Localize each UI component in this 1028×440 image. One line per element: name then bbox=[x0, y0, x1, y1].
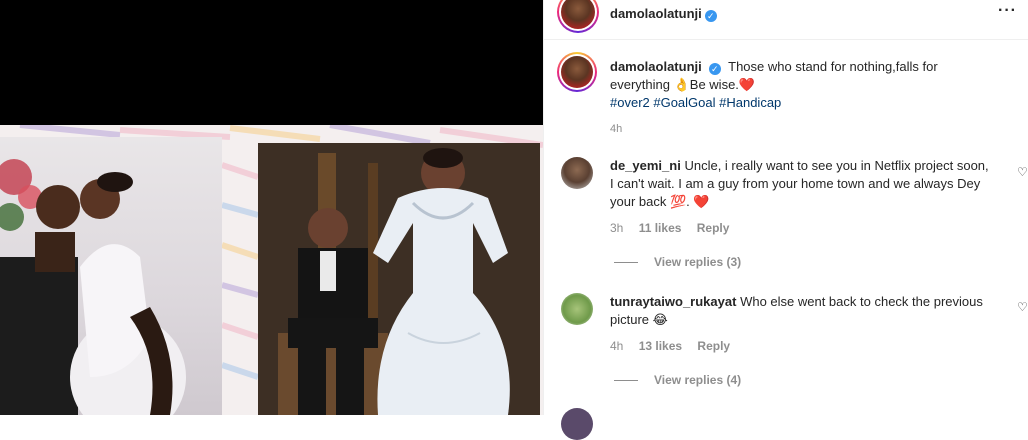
comment-username[interactable]: tunraytaiwo_rukayat bbox=[610, 294, 736, 309]
reply-button[interactable]: Reply bbox=[697, 339, 730, 353]
commenter-avatar[interactable] bbox=[561, 293, 593, 325]
view-replies-button[interactable]: View replies (4) bbox=[614, 373, 741, 387]
post-media[interactable] bbox=[0, 0, 543, 415]
post-side-panel: damolaolatunji ✓ ··· damolaolatunji ✓ Thos… bbox=[543, 0, 1028, 440]
comment-heart-emoji: ❤️ bbox=[693, 194, 710, 209]
view-replies-button[interactable]: View replies (3) bbox=[614, 255, 741, 269]
comment-item: de_yemi_ni Uncle, i really want to see y… bbox=[610, 157, 990, 237]
post-time: 4h bbox=[610, 123, 623, 135]
verified-badge-icon: ✓ bbox=[704, 10, 717, 22]
comment-likes[interactable]: 13 likes bbox=[639, 339, 682, 353]
reply-button[interactable]: Reply bbox=[697, 221, 730, 235]
post-caption: damolaolatunji ✓ Those who stand for noth… bbox=[610, 58, 990, 138]
heart-outline-icon[interactable]: ♡ bbox=[1017, 300, 1028, 314]
view-replies-label: View replies (3) bbox=[654, 255, 742, 269]
comment-item: tunraytaiwo_rukayat Who else went back t… bbox=[610, 293, 990, 355]
comment-likes[interactable]: 11 likes bbox=[639, 221, 682, 235]
post-image bbox=[0, 125, 543, 415]
caption-heart-emoji: ❤️ bbox=[738, 77, 756, 92]
commenter-avatar[interactable] bbox=[561, 408, 593, 440]
comment-meta: 3h 11 likes Reply bbox=[610, 219, 990, 237]
author-username[interactable]: damolaolatunji bbox=[610, 6, 702, 21]
couple-portrait-photo bbox=[258, 143, 540, 415]
author-avatar[interactable] bbox=[557, 0, 599, 33]
view-replies-label: View replies (4) bbox=[654, 373, 742, 387]
comment-meta: 4h 13 likes Reply bbox=[610, 337, 990, 355]
heart-outline-icon[interactable]: ♡ bbox=[1017, 165, 1028, 179]
wedding-kiss-photo bbox=[0, 137, 222, 415]
comment-username[interactable]: de_yemi_ni bbox=[610, 158, 681, 173]
more-options-icon[interactable]: ··· bbox=[998, 2, 1017, 20]
caption-author-username[interactable]: damolaolatunji bbox=[610, 59, 702, 74]
verified-badge-icon: ✓ bbox=[708, 63, 721, 75]
caption-hashtags[interactable]: #over2 #GoalGoal #Handicap bbox=[610, 94, 990, 112]
commenter-avatar[interactable] bbox=[561, 157, 593, 189]
comment-time: 3h bbox=[610, 221, 624, 235]
caption-author-avatar[interactable] bbox=[557, 52, 597, 92]
post-header: damolaolatunji ✓ ··· bbox=[544, 0, 1028, 40]
comment-time: 4h bbox=[610, 339, 624, 353]
